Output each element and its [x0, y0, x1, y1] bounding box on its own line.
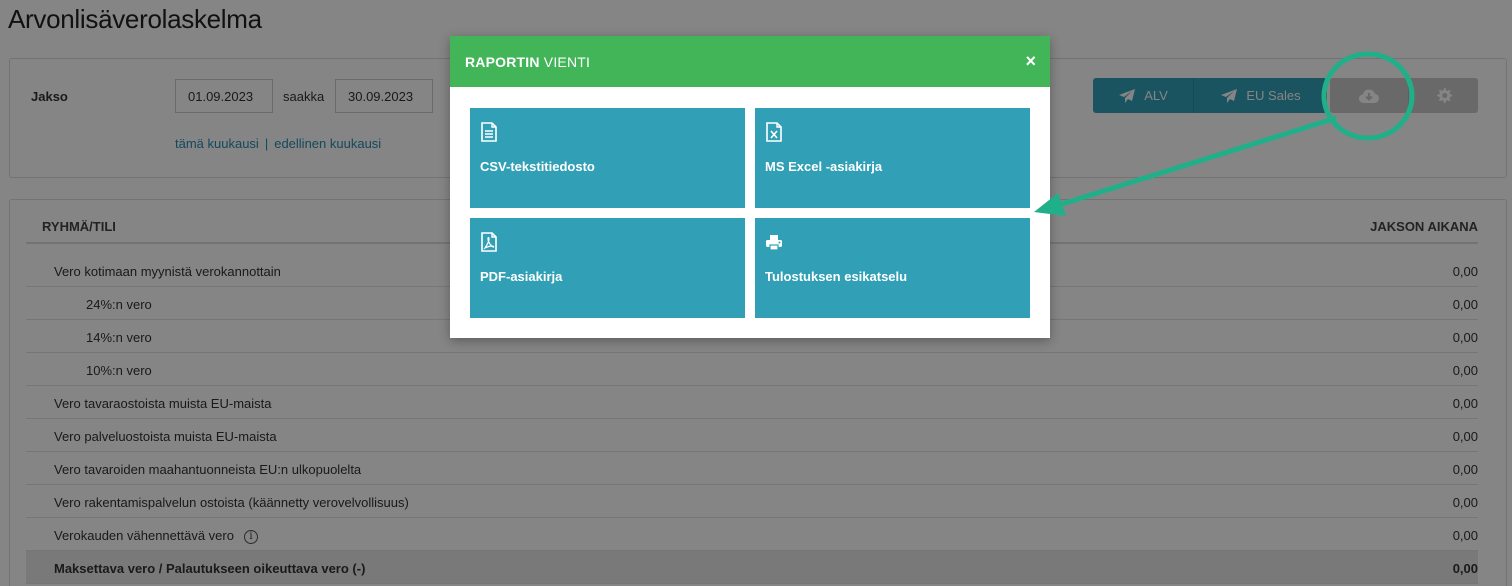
export-option-label: PDF-asiakirja — [480, 269, 563, 284]
modal-title-rest: VIENTI — [539, 54, 591, 70]
close-icon[interactable]: × — [1025, 51, 1036, 71]
export-option-label: CSV-tekstitiedosto — [480, 159, 595, 174]
export-excel-button[interactable]: MS Excel -asiakirja — [755, 108, 1030, 208]
export-option-label: Tulostuksen esikatselu — [765, 269, 908, 284]
printer-icon — [766, 235, 782, 251]
text-file-icon — [481, 122, 497, 142]
pdf-file-icon — [481, 232, 497, 252]
print-preview-button[interactable]: Tulostuksen esikatselu — [755, 218, 1030, 318]
export-pdf-button[interactable]: PDF-asiakirja — [470, 218, 745, 318]
export-options: CSV-tekstitiedosto MS Excel -asiakirja P… — [470, 108, 1030, 318]
report-export-modal: RAPORTIN VIENTI × CSV-tekstitiedosto MS … — [450, 36, 1050, 338]
export-csv-button[interactable]: CSV-tekstitiedosto — [470, 108, 745, 208]
modal-title: RAPORTIN VIENTI — [465, 54, 590, 70]
export-option-label: MS Excel -asiakirja — [765, 159, 883, 174]
excel-file-icon — [766, 122, 782, 142]
modal-header: RAPORTIN VIENTI × — [450, 36, 1050, 87]
modal-title-bold: RAPORTIN — [465, 54, 540, 70]
